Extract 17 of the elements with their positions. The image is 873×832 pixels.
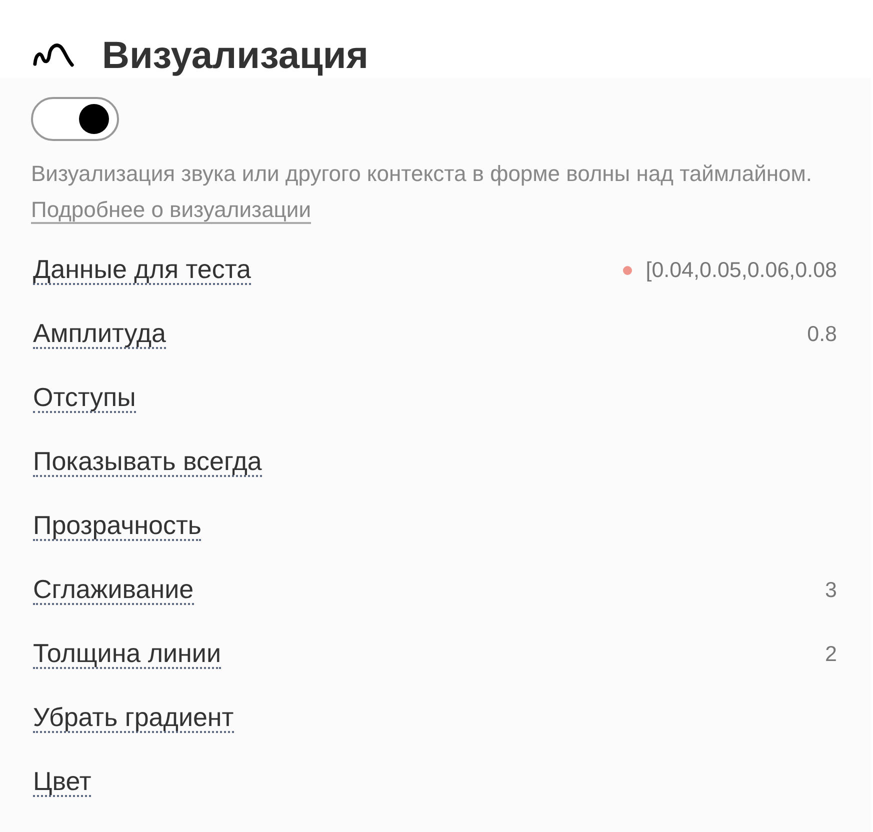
setting-value: 3 bbox=[825, 578, 837, 602]
setting-label[interactable]: Убрать градиент bbox=[33, 703, 234, 733]
setting-value: 2 bbox=[825, 642, 837, 666]
wave-icon bbox=[33, 42, 75, 67]
description-text: Визуализация звука или другого контекста в форме волны над таймлайном. bbox=[31, 161, 814, 187]
setting-label[interactable]: Сглаживание bbox=[33, 575, 194, 605]
toggle-switch[interactable] bbox=[31, 97, 119, 141]
setting-label[interactable]: Данные для теста bbox=[33, 255, 251, 285]
setting-label[interactable]: Амплитуда bbox=[33, 319, 166, 349]
setting-label[interactable]: Толщина линии bbox=[33, 639, 221, 669]
setting-value: [0.04,0.05,0.06,0.08 bbox=[646, 258, 837, 282]
setting-label[interactable]: Отступы bbox=[33, 383, 136, 413]
setting-label[interactable]: Показывать всегда bbox=[33, 447, 262, 477]
setting-value: 0.8 bbox=[807, 322, 837, 346]
setting-label[interactable]: Прозрачность bbox=[33, 511, 202, 541]
section-title: Визуализация bbox=[102, 34, 368, 78]
setting-label[interactable]: Цвет bbox=[33, 767, 92, 797]
